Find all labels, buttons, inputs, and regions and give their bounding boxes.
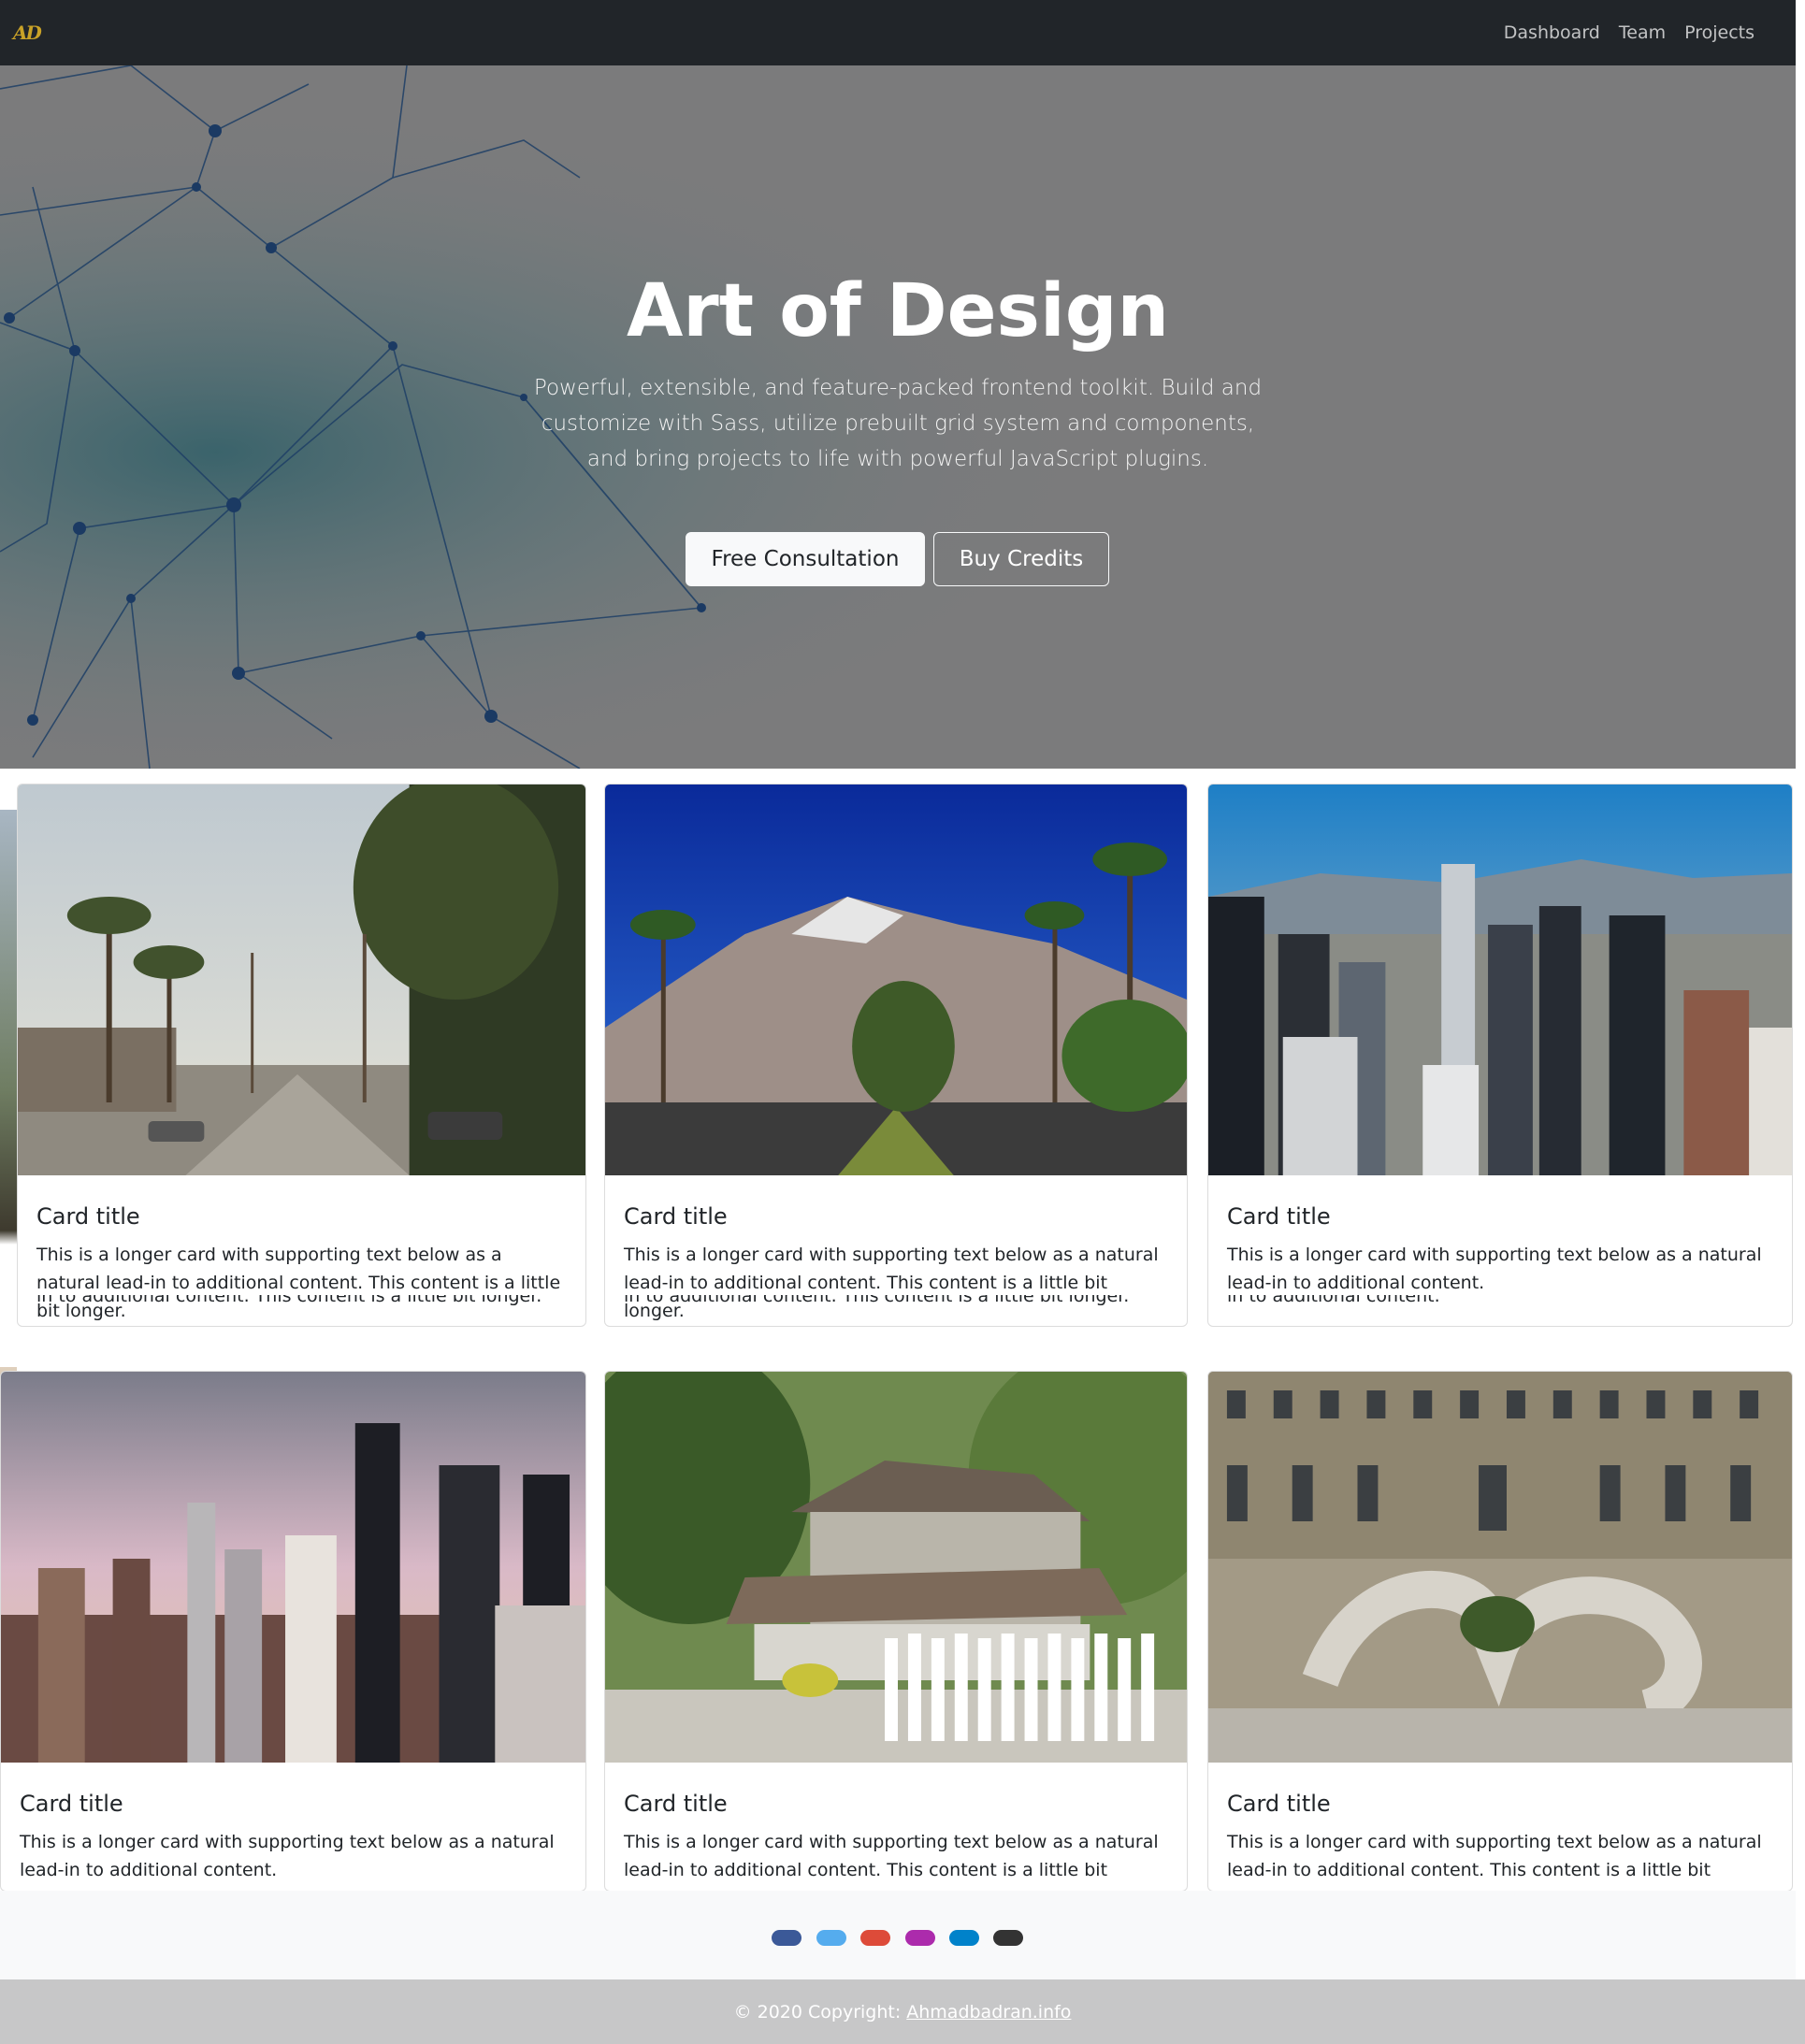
instagram-icon[interactable] bbox=[905, 1930, 935, 1946]
nav-link-projects[interactable]: Projects bbox=[1684, 22, 1754, 43]
card-text-overflow-line: in to additional content. bbox=[1227, 1295, 1440, 1306]
hero-title: Art of Design bbox=[626, 269, 1170, 353]
buy-credits-button[interactable]: Buy Credits bbox=[933, 532, 1109, 586]
card-text: This is a longer card with supporting te… bbox=[1227, 1832, 1762, 1891]
card-image-downtown-sunset bbox=[1, 1372, 585, 1763]
nav-links: Dashboard Team Projects bbox=[1485, 0, 1754, 65]
card: Card title This is a longer card with su… bbox=[1207, 1371, 1793, 1892]
nav-link-team[interactable]: Team bbox=[1619, 22, 1666, 43]
card-text-overflow: in to additional content. This content i… bbox=[624, 1295, 1168, 1310]
card-text: This is a longer card with supporting te… bbox=[624, 1832, 1159, 1891]
card-title: Card title bbox=[1227, 1791, 1331, 1817]
nav-link-dashboard[interactable]: Dashboard bbox=[1504, 22, 1600, 43]
google-icon[interactable] bbox=[860, 1930, 890, 1946]
card-text-overflow-line: in to additional content. This content i… bbox=[36, 1295, 542, 1306]
card-image-picket-fence-house bbox=[605, 1372, 1187, 1763]
page-right-edge bbox=[1796, 0, 1805, 1979]
card-image-hollywood-street bbox=[18, 784, 585, 1175]
card-text-overflow: in to additional content. This content i… bbox=[36, 1295, 567, 1310]
github-icon[interactable] bbox=[993, 1930, 1023, 1946]
social-section bbox=[0, 1891, 1796, 1979]
footer-link[interactable]: Ahmadbadran.info bbox=[906, 2002, 1071, 2022]
card-image-palace-courtyard bbox=[1208, 1372, 1792, 1763]
card-text-overflow-line: in to additional content. This content i… bbox=[624, 1295, 1130, 1306]
card-text-overflow: in to additional content. bbox=[1227, 1295, 1773, 1310]
linkedin-icon[interactable] bbox=[949, 1930, 979, 1946]
card-title: Card title bbox=[624, 1791, 728, 1817]
card-text: This is a longer card with supporting te… bbox=[36, 1245, 561, 1321]
card: Card title This is a longer card with su… bbox=[604, 784, 1188, 1327]
card: Card title This is a longer card with su… bbox=[1207, 784, 1793, 1327]
navbar: AD Dashboard Team Projects bbox=[0, 0, 1796, 65]
hero-lead-text: Powerful, extensible, and feature-packed… bbox=[533, 376, 1263, 471]
free-consultation-button[interactable]: Free Consultation bbox=[686, 532, 925, 586]
twitter-icon[interactable] bbox=[816, 1930, 846, 1946]
card-image-la-skyline bbox=[1208, 784, 1792, 1175]
card-title: Card title bbox=[1227, 1203, 1331, 1230]
card-text: This is a longer card with supporting te… bbox=[624, 1245, 1159, 1321]
facebook-icon[interactable] bbox=[772, 1930, 801, 1946]
card-text: This is a longer card with supporting te… bbox=[20, 1832, 555, 1880]
card-text: This is a longer card with supporting te… bbox=[1227, 1245, 1762, 1293]
brand-logo[interactable]: AD bbox=[13, 21, 45, 45]
hero-section: Art of Design Powerful, extensible, and … bbox=[0, 65, 1796, 769]
footer: © 2020 Copyright: Ahmadbadran.info bbox=[0, 1979, 1805, 2044]
card-image-mountain-road bbox=[605, 784, 1187, 1175]
card-title: Card title bbox=[624, 1203, 728, 1230]
card: Card title This is a longer card with su… bbox=[0, 1371, 586, 1892]
card: Card title This is a longer card with su… bbox=[17, 784, 586, 1327]
card-title: Card title bbox=[20, 1791, 123, 1817]
card: Card title This is a longer card with su… bbox=[604, 1371, 1188, 1892]
card-title: Card title bbox=[36, 1203, 140, 1230]
footer-copyright: © 2020 Copyright: bbox=[733, 2001, 902, 2022]
gutter bbox=[0, 1302, 17, 1367]
